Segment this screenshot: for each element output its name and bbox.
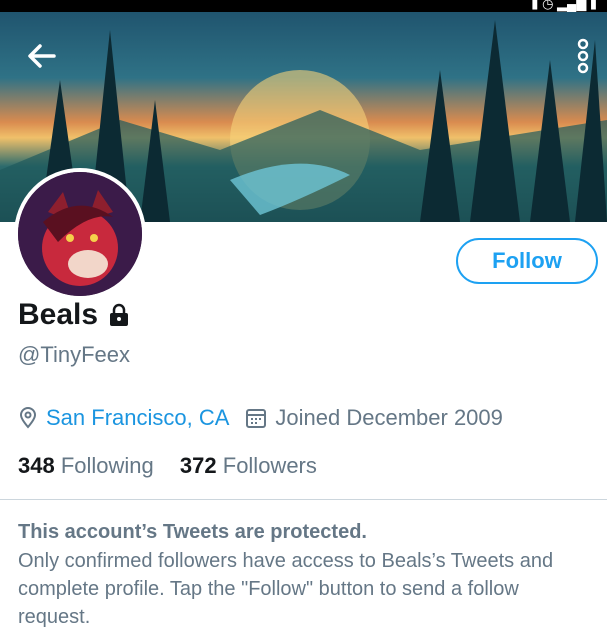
following-count: 348 xyxy=(18,453,55,478)
status-bar: ▮ ◷ ▂▄▆ ▮ xyxy=(0,0,607,12)
followers-label: Followers xyxy=(222,453,317,478)
follow-stats: 348 Following 372 Followers xyxy=(18,453,317,479)
lock-icon xyxy=(110,303,129,326)
location-pin-icon xyxy=(19,407,37,429)
followers-link[interactable]: 372 Followers xyxy=(180,453,317,478)
profile-name: Beals xyxy=(18,298,99,331)
profile-handle: @TinyFeex xyxy=(18,342,130,367)
following-label: Following xyxy=(60,453,154,478)
fox-avatar-image xyxy=(18,172,142,296)
divider xyxy=(0,499,607,500)
back-button[interactable] xyxy=(24,38,60,74)
more-vertical-icon xyxy=(577,38,589,74)
profile-meta: San Francisco, CA Joined December 2009 xyxy=(18,405,503,431)
avatar[interactable] xyxy=(14,168,146,300)
profile-name-row: Beals xyxy=(18,298,130,332)
arrow-left-icon xyxy=(28,44,56,68)
status-icons: ▮ ◷ ▂▄▆ ▮ xyxy=(531,0,597,11)
more-options-button[interactable] xyxy=(573,36,593,76)
following-link[interactable]: 348 Following xyxy=(18,453,154,478)
joined-date: Joined December 2009 xyxy=(275,405,503,430)
followers-count: 372 xyxy=(179,453,217,478)
protected-title: This account’s Tweets are protected. xyxy=(18,521,367,543)
protected-message: Only confirmed followers have access to … xyxy=(18,550,554,628)
location-link[interactable]: San Francisco, CA xyxy=(46,405,229,431)
follow-button[interactable]: Follow xyxy=(456,238,598,284)
calendar-icon xyxy=(246,409,267,428)
